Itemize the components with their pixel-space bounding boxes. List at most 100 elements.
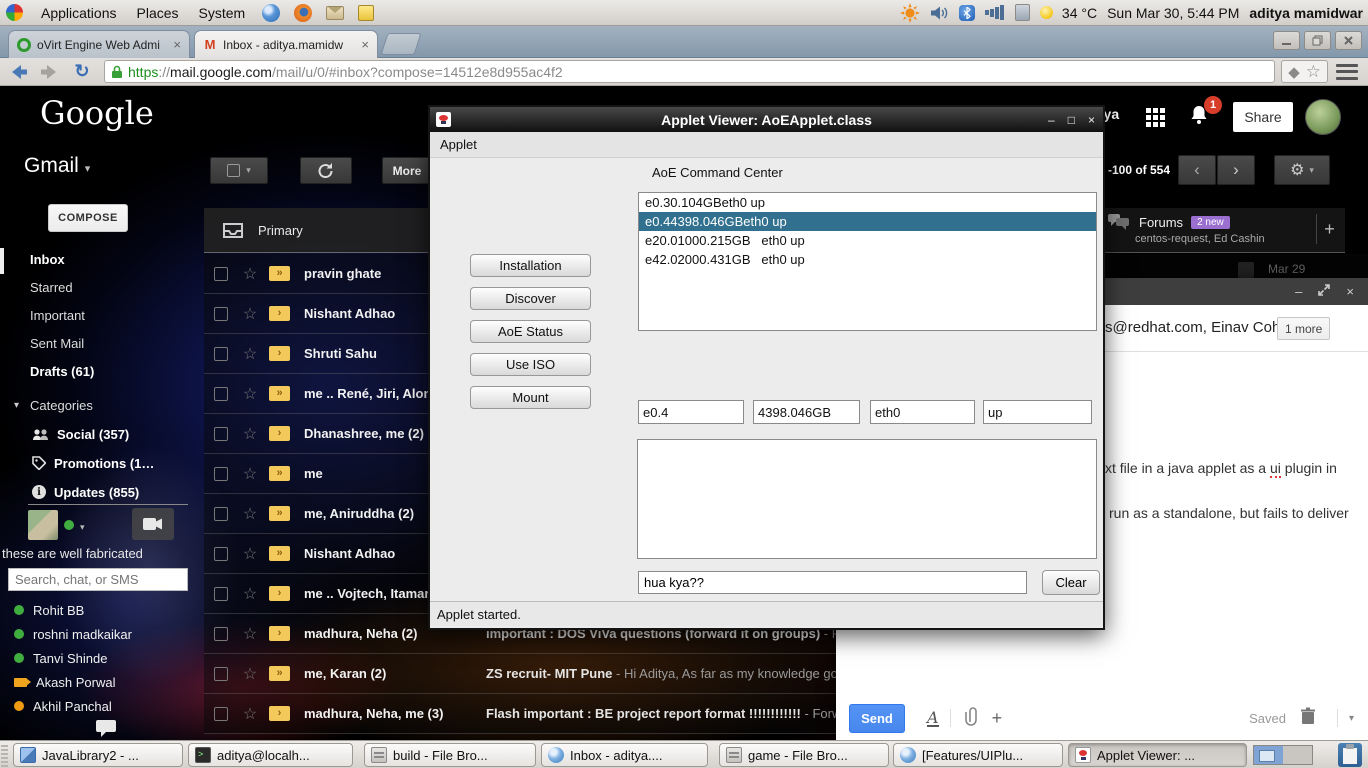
taskbar-item-applet-viewer[interactable]: Applet Viewer: ... <box>1068 743 1247 767</box>
volume-icon[interactable] <box>930 5 949 21</box>
workspace-switcher[interactable] <box>1253 745 1313 765</box>
contact-tanvi[interactable]: Tanvi Shinde <box>14 648 107 668</box>
importance-marker-icon[interactable]: » <box>269 266 290 281</box>
chat-search-input[interactable] <box>8 568 188 591</box>
attach-file-icon[interactable] <box>962 706 978 731</box>
sidebar-item-categories[interactable]: ▾Categories <box>30 394 93 416</box>
chat-avatar[interactable] <box>28 510 58 540</box>
aoe-status-button[interactable]: AoE Status <box>470 320 591 343</box>
tab-inbox[interactable]: M Inbox - aditya.mamidw × <box>194 30 378 58</box>
sidebar-item-social[interactable]: Social (357) <box>32 423 129 445</box>
message-input[interactable] <box>638 571 1027 594</box>
email-checkbox[interactable] <box>214 507 228 521</box>
applet-close-icon[interactable]: × <box>1088 113 1095 127</box>
contact-akhil[interactable]: Akhil Panchal <box>14 696 112 716</box>
email-checkbox[interactable] <box>214 667 228 681</box>
sidebar-item-inbox[interactable]: Inbox <box>30 248 65 270</box>
taskbar-item-terminal[interactable]: aditya@localh... <box>188 743 353 767</box>
firefox-launcher-icon[interactable] <box>294 4 312 22</box>
more-options-icon[interactable]: ▾ <box>1349 713 1354 724</box>
star-icon[interactable]: ☆ <box>241 704 259 724</box>
list-item[interactable]: e0.30.104GBeth0 up <box>639 193 1096 212</box>
star-icon[interactable]: ☆ <box>241 664 259 684</box>
chevron-down-icon[interactable]: ▾ <box>80 522 85 533</box>
share-button[interactable]: Share <box>1233 102 1293 132</box>
menu-system[interactable]: System <box>189 0 256 26</box>
add-tab-button[interactable]: + <box>1316 214 1342 244</box>
importance-marker-icon[interactable]: › <box>269 586 290 601</box>
email-checkbox[interactable] <box>214 587 228 601</box>
forward-button[interactable] <box>36 60 64 84</box>
select-all-button[interactable]: ▾ <box>210 157 268 184</box>
gedit-launcher-icon[interactable] <box>358 5 374 21</box>
browser-menu-icon[interactable] <box>1336 64 1358 80</box>
star-icon[interactable]: ☆ <box>241 384 259 404</box>
email-checkbox[interactable] <box>214 347 228 361</box>
list-item[interactable]: e20.01000.215GB eth0 up <box>639 231 1096 250</box>
device-id-field[interactable] <box>638 400 744 424</box>
importance-marker-icon[interactable]: › <box>269 706 290 721</box>
clock[interactable]: Sun Mar 30, 5:44 PM <box>1107 5 1239 21</box>
apps-grid-icon[interactable] <box>1146 108 1165 127</box>
importance-marker-icon[interactable]: › <box>269 306 290 321</box>
more-recipients-button[interactable]: 1 more <box>1277 317 1330 340</box>
email-checkbox[interactable] <box>214 467 228 481</box>
taskbar-item-features[interactable]: [Features/UIPlu... <box>893 743 1063 767</box>
email-checkbox[interactable] <box>214 307 228 321</box>
star-icon[interactable]: ☆ <box>241 544 259 564</box>
sidebar-item-important[interactable]: Important <box>30 304 85 326</box>
star-icon[interactable]: ☆ <box>241 464 259 484</box>
workspace-2[interactable] <box>1283 746 1312 764</box>
older-page-button[interactable]: › <box>1217 155 1255 185</box>
contact-rohit[interactable]: Rohit BB <box>14 600 84 620</box>
email-checkbox[interactable] <box>214 707 228 721</box>
star-icon[interactable]: ☆ <box>241 584 259 604</box>
window-close-button[interactable] <box>1335 31 1362 50</box>
email-checkbox[interactable] <box>214 547 228 561</box>
importance-marker-icon[interactable]: » <box>269 546 290 561</box>
installation-button[interactable]: Installation <box>470 254 591 277</box>
gmail-app-switcher[interactable]: Gmail ▾ <box>24 154 90 178</box>
compose-text-line[interactable]: xt file in a java applet as a ui plugin … <box>1105 460 1337 476</box>
compose-minimize-icon[interactable]: – <box>1295 284 1302 299</box>
back-button[interactable] <box>4 60 32 84</box>
importance-marker-icon[interactable]: » <box>269 386 290 401</box>
bookmark-star-icon[interactable]: ☆ <box>1306 62 1321 82</box>
state-field[interactable] <box>983 400 1092 424</box>
applet-minimize-icon[interactable]: – <box>1048 113 1055 127</box>
applet-menu[interactable]: Applet <box>430 137 477 152</box>
window-minimize-button[interactable] <box>1273 31 1300 50</box>
star-icon[interactable]: ☆ <box>241 624 259 644</box>
taskbar-item-game[interactable]: game - File Bro... <box>719 743 889 767</box>
taskbar-item-build[interactable]: build - File Bro... <box>364 743 536 767</box>
importance-marker-icon[interactable]: › <box>269 426 290 441</box>
contact-roshni[interactable]: roshni madkaikar <box>14 624 132 644</box>
discard-draft-icon[interactable] <box>1300 707 1316 730</box>
tab-close-icon[interactable]: × <box>173 37 181 52</box>
sidebar-item-sent[interactable]: Sent Mail <box>30 332 84 354</box>
email-checkbox[interactable] <box>214 267 228 281</box>
brightness-icon[interactable] <box>900 3 920 23</box>
use-iso-button[interactable]: Use ISO <box>470 353 591 376</box>
battery-icon[interactable] <box>1015 4 1030 21</box>
tab-forums[interactable]: Forums 2 new centos-request, Ed Cashin <box>1105 208 1345 253</box>
chromium-launcher-icon[interactable] <box>262 4 280 22</box>
importance-marker-icon[interactable]: › <box>269 346 290 361</box>
menu-applications[interactable]: Applications <box>31 0 127 26</box>
window-restore-button[interactable] <box>1304 31 1331 50</box>
more-button[interactable]: More <box>382 157 432 184</box>
size-field[interactable] <box>753 400 860 424</box>
bluetooth-icon[interactable] <box>959 5 975 21</box>
contact-akash[interactable]: Akash Porwal <box>14 672 115 692</box>
list-item-selected[interactable]: e0.44398.046GBeth0 up <box>639 212 1096 231</box>
clipboard-tray-icon[interactable] <box>1338 743 1362 767</box>
compose-close-icon[interactable]: × <box>1346 284 1354 299</box>
email-checkbox[interactable] <box>214 387 228 401</box>
settings-gear-button[interactable]: ⚙▾ <box>1274 155 1330 185</box>
importance-marker-icon[interactable]: » <box>269 466 290 481</box>
avatar[interactable] <box>1305 99 1341 135</box>
extension-diamond-icon[interactable]: ◆ <box>1288 63 1300 81</box>
importance-marker-icon[interactable]: » <box>269 506 290 521</box>
mount-button[interactable]: Mount <box>470 386 591 409</box>
mail-launcher-icon[interactable] <box>326 6 344 20</box>
